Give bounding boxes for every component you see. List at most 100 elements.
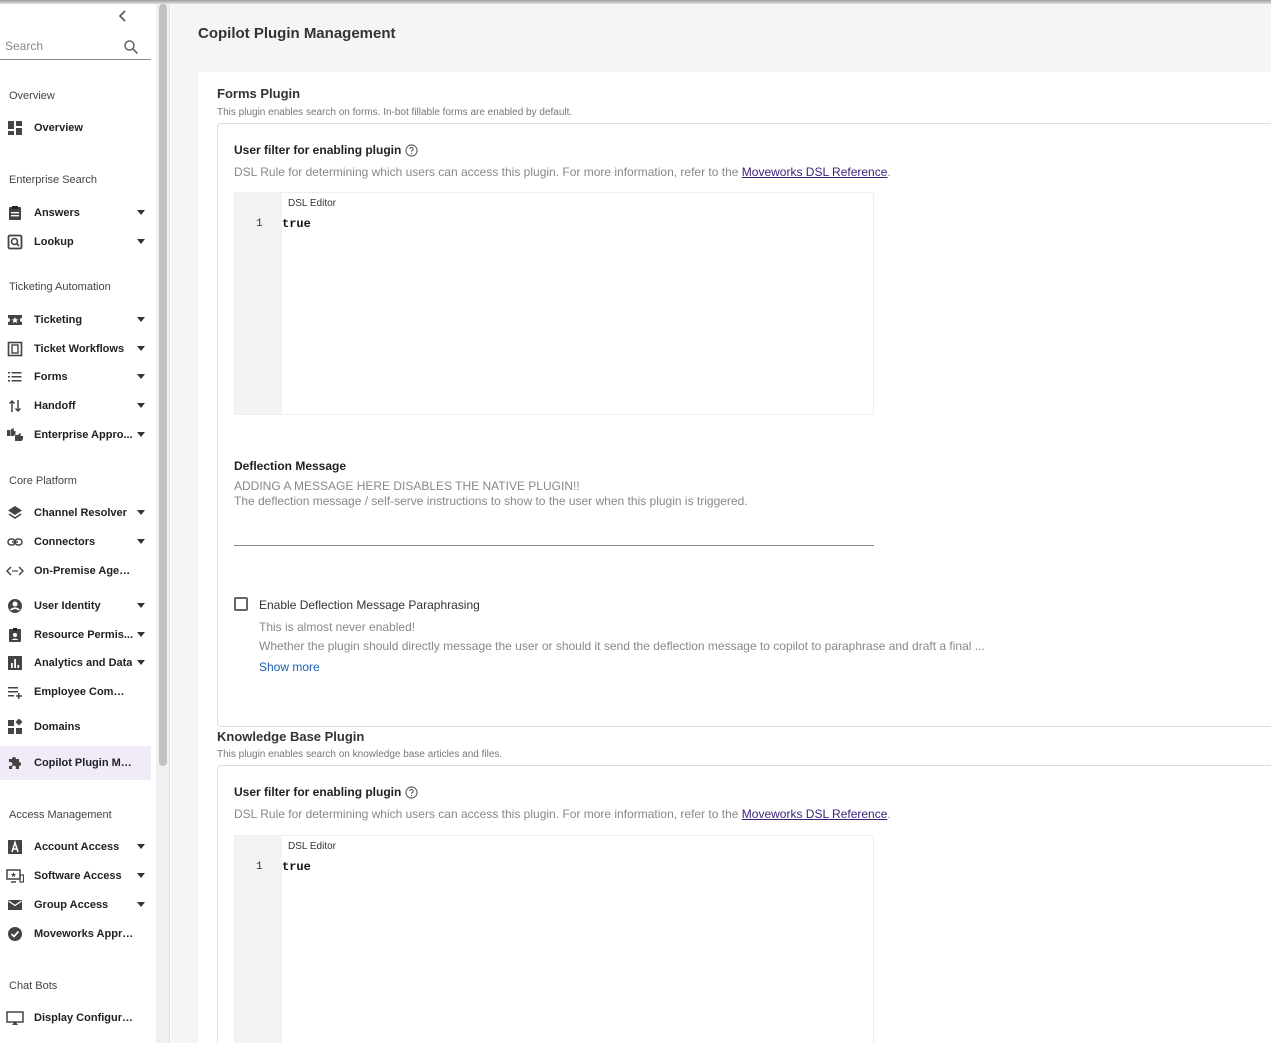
deflection-message-input[interactable] <box>234 545 874 546</box>
sidebar-item-software-access[interactable]: Software Access <box>0 862 151 890</box>
paraphrasing-checkbox[interactable] <box>234 597 248 611</box>
sidebar-item-label: Software Access <box>34 870 122 882</box>
show-more-link[interactable]: Show more <box>259 660 320 674</box>
caret-down-icon[interactable] <box>137 873 145 878</box>
sidebar-item-channel-resolver[interactable]: Channel Resolver <box>0 499 151 527</box>
list-icon <box>6 368 24 386</box>
caret-down-icon[interactable] <box>137 902 145 907</box>
check-circle-icon <box>6 925 24 943</box>
paraphrasing-warning: This is almost never enabled! <box>259 620 416 634</box>
ticket-icon <box>6 311 24 329</box>
caret-down-icon[interactable] <box>137 844 145 849</box>
sidebar-item-label: Account Access <box>34 841 120 853</box>
caret-down-icon[interactable] <box>137 239 145 244</box>
caret-down-icon[interactable] <box>137 317 145 322</box>
search-box <box>0 36 151 60</box>
caret-down-icon[interactable] <box>137 603 145 608</box>
search-input[interactable] <box>5 39 115 53</box>
sidebar-item-label: Lookup <box>34 236 74 248</box>
user-filter-label: User filter for enabling plugin <box>234 143 418 157</box>
mail-icon <box>6 896 24 914</box>
plugin-panel: Forms Plugin This plugin enables search … <box>198 72 1271 1043</box>
kb-plugin-title: Knowledge Base Plugin <box>217 729 365 744</box>
search-icon[interactable] <box>123 39 139 55</box>
sidebar-item-forms[interactable]: Forms <box>0 363 151 391</box>
dsl-editor[interactable]: DSL Editor 1 true <box>234 835 874 1043</box>
editor-code[interactable]: true <box>282 860 311 874</box>
dsl-editor[interactable]: DSL Editor 1 true <box>234 192 874 415</box>
help-icon[interactable] <box>405 143 418 157</box>
deflection-warning: ADDING A MESSAGE HERE DISABLES THE NATIV… <box>234 479 580 493</box>
sidebar-item-ticketing[interactable]: Ticketing <box>0 306 151 334</box>
chevron-left-icon[interactable] <box>116 9 130 23</box>
line-number: 1 <box>256 218 263 230</box>
sidebar-item-user-identity[interactable]: User Identity <box>0 592 151 620</box>
sidebar-item-label: User Identity <box>34 600 101 612</box>
section-overview: Overview <box>9 90 55 102</box>
sidebar-item-group-access[interactable]: Group Access <box>0 891 151 919</box>
badge-icon <box>6 626 24 644</box>
deflection-description: The deflection message / self-serve inst… <box>234 494 748 508</box>
sidebar-item-account-access[interactable]: Account Access <box>0 833 151 861</box>
editor-title: DSL Editor <box>288 198 336 209</box>
sidebar-item-connectors[interactable]: Connectors <box>0 528 151 556</box>
caret-down-icon[interactable] <box>137 660 145 665</box>
caret-down-icon[interactable] <box>137 539 145 544</box>
sidebar-item-copilot-plugin-management[interactable]: Copilot Plugin Ma... <box>0 746 151 780</box>
sidebar-item-display-configuration[interactable]: Display Configurati... <box>0 1004 151 1032</box>
bar-chart-icon <box>6 654 24 672</box>
sidebar-item-label: Group Access <box>34 899 109 911</box>
sidebar-item-label: Ticketing <box>34 314 83 326</box>
caret-down-icon[interactable] <box>137 346 145 351</box>
sidebar-item-moveworks-approvals[interactable]: Moveworks Appro... <box>0 920 151 948</box>
forms-plugin-card: User filter for enabling plugin DSL Rule… <box>217 123 1271 727</box>
monitor-star-icon <box>6 867 24 885</box>
sidebar-item-label: Overview <box>34 122 83 134</box>
kb-plugin-description: This plugin enables search on knowledge … <box>217 749 503 760</box>
sidebar-item-employee-communications[interactable]: Employee Commu... <box>0 678 151 706</box>
sidebar-item-answers[interactable]: Answers <box>0 199 151 227</box>
search-doc-icon <box>6 233 24 251</box>
caret-down-icon[interactable] <box>137 374 145 379</box>
kb-plugin-card: User filter for enabling plugin DSL Rule… <box>217 765 1271 1043</box>
forms-plugin-title: Forms Plugin <box>217 86 301 101</box>
user-filter-label: User filter for enabling plugin <box>234 785 418 799</box>
dsl-reference-link[interactable]: Moveworks DSL Reference <box>742 165 888 179</box>
paraphrasing-label[interactable]: Enable Deflection Message Paraphrasing <box>259 598 480 612</box>
caret-down-icon[interactable] <box>137 403 145 408</box>
swap-vertical-icon <box>6 397 24 415</box>
sidebar-item-handoff[interactable]: Handoff <box>0 392 151 420</box>
sidebar-item-ticket-workflows[interactable]: Ticket Workflows <box>0 335 151 363</box>
caret-down-icon[interactable] <box>137 510 145 515</box>
sidebar-scrollbar-thumb[interactable] <box>159 4 167 766</box>
line-number: 1 <box>256 861 263 873</box>
sidebar-item-enterprise-approvals[interactable]: Enterprise Appro... <box>0 421 151 449</box>
sidebar-item-analytics-and-data[interactable]: Analytics and Data <box>0 649 151 677</box>
section-ticketing-automation: Ticketing Automation <box>9 281 111 293</box>
paraphrasing-description: Whether the plugin should directly messa… <box>259 639 985 653</box>
dsl-reference-link[interactable]: Moveworks DSL Reference <box>742 807 888 821</box>
sidebar-item-label: Answers <box>34 207 80 219</box>
main-content: Copilot Plugin Management Forms Plugin T… <box>171 0 1271 1043</box>
caret-down-icon[interactable] <box>137 432 145 437</box>
widgets-icon <box>6 718 24 736</box>
dashboard-icon <box>6 119 24 137</box>
cast-icon <box>6 1009 24 1027</box>
caret-down-icon[interactable] <box>137 210 145 215</box>
editor-code[interactable]: true <box>282 217 311 231</box>
sidebar-item-on-premise-agents[interactable]: On-Premise Agents <box>0 557 151 585</box>
sidebar-item-label: Handoff <box>34 400 76 412</box>
sidebar-item-lookup[interactable]: Lookup <box>0 228 151 256</box>
sidebar-item-label: Enterprise Appro... <box>34 429 133 441</box>
help-icon[interactable] <box>405 785 418 799</box>
sidebar-item-overview[interactable]: Overview <box>0 114 151 142</box>
sidebar-item-domains[interactable]: Domains <box>0 713 151 741</box>
sidebar-item-label: Connectors <box>34 536 96 548</box>
deflection-message-label: Deflection Message <box>234 459 347 473</box>
caret-down-icon[interactable] <box>137 632 145 637</box>
sidebar-item-label: On-Premise Agents <box>34 565 134 577</box>
sidebar-item-label: Channel Resolver <box>34 507 127 519</box>
sidebar-item-resource-permissions[interactable]: Resource Permis... <box>0 621 151 649</box>
puzzle-icon <box>6 754 24 772</box>
top-shadow <box>0 0 1271 4</box>
